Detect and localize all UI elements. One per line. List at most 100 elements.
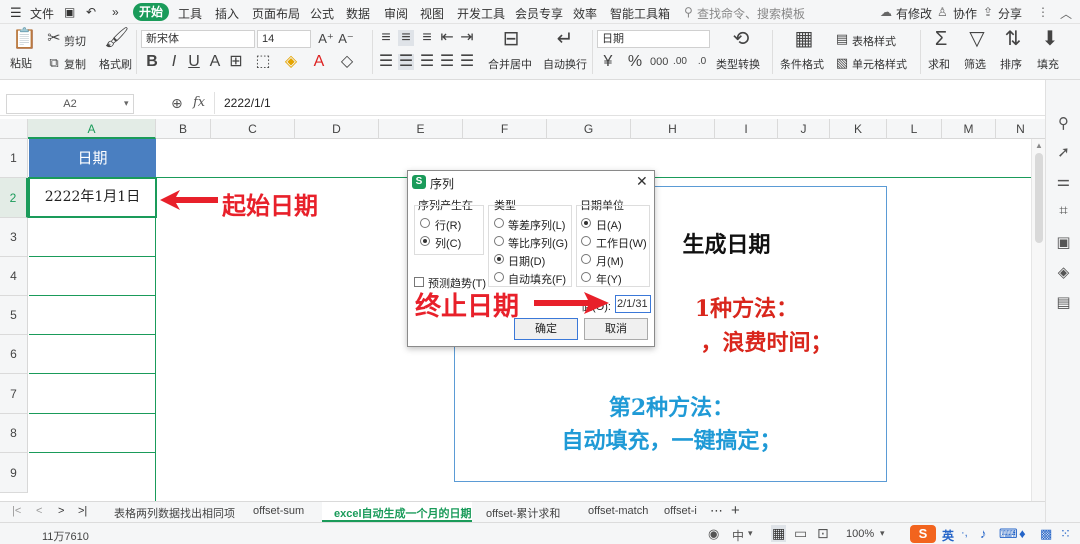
crop-icon[interactable]: ⌗	[1046, 202, 1080, 219]
sheet-tab[interactable]: offset-sum	[253, 505, 304, 517]
col-header-l[interactable]: L	[887, 119, 942, 139]
tab-insert[interactable]: 插入	[215, 5, 239, 22]
book-icon[interactable]: ▤	[1046, 293, 1080, 311]
align-middle-icon[interactable]: ≡	[398, 30, 414, 46]
more-vertical-icon[interactable]: ⋮	[1037, 5, 1049, 19]
wrap-text-icon[interactable]: ↵	[554, 28, 576, 50]
vertical-scrollbar[interactable]: ▲	[1031, 139, 1045, 501]
language-icon[interactable]: 中	[732, 527, 744, 544]
radio-day[interactable]	[581, 218, 591, 228]
tab-member[interactable]: 会员专享	[515, 5, 563, 22]
toolbox-icon[interactable]: ▩	[1040, 526, 1052, 542]
font-grow-icon[interactable]: A⁺	[318, 31, 334, 47]
shape-icon[interactable]: ⬚	[255, 54, 271, 70]
sheet-tab-active[interactable]: excel自动生成一个月的日期	[322, 502, 472, 522]
number-format-select[interactable]: 日期	[597, 30, 710, 48]
strikethrough-icon[interactable]: A	[208, 54, 222, 70]
bold-icon[interactable]: B	[145, 54, 159, 70]
prev-sheet-icon[interactable]: <	[36, 505, 42, 517]
font-color-icon[interactable]: A	[311, 54, 327, 70]
sogou-ime-icon[interactable]: S	[910, 525, 936, 543]
cell-a1[interactable]: 日期	[29, 139, 156, 178]
col-header-j[interactable]: J	[778, 119, 830, 139]
table-style-icon[interactable]: ▤	[835, 31, 849, 47]
sum-button[interactable]: 求和	[928, 56, 950, 72]
justify-icon[interactable]: ☰	[439, 54, 455, 70]
radio-growth[interactable]	[494, 236, 504, 246]
indent-icon[interactable]: ⇤	[439, 30, 455, 46]
cell-a7[interactable]	[29, 374, 156, 414]
row-header-9[interactable]: 9	[0, 453, 28, 493]
last-sheet-icon[interactable]: >|	[78, 505, 87, 517]
row-header-5[interactable]: 5	[0, 296, 28, 335]
zoom-icon[interactable]: ⊕	[171, 95, 183, 112]
sort-button[interactable]: 排序	[1000, 56, 1022, 72]
fill-color-icon[interactable]: ◈	[283, 54, 299, 70]
tab-review[interactable]: 审阅	[384, 5, 408, 22]
wrap-text-button[interactable]: 自动换行	[543, 56, 587, 72]
tab-tools[interactable]: 工具	[178, 5, 202, 22]
col-header-i[interactable]: I	[715, 119, 778, 139]
collapse-icon[interactable]: ︿	[1060, 5, 1072, 22]
tab-page-layout[interactable]: 页面布局	[252, 5, 300, 22]
page-layout-icon[interactable]: ▭	[794, 525, 807, 542]
sum-icon[interactable]: Σ	[930, 28, 952, 50]
skin-icon[interactable]: ♦	[1019, 526, 1026, 541]
row-header-6[interactable]: 6	[0, 335, 28, 374]
microphone-icon[interactable]: ♪	[980, 526, 987, 541]
hamburger-menu-icon[interactable]: ☰	[10, 5, 22, 21]
scrollbar-thumb[interactable]	[1035, 153, 1043, 243]
tab-view[interactable]: 视图	[420, 5, 444, 22]
align-left-icon[interactable]: ☰	[378, 54, 394, 70]
distributed-icon[interactable]: ☰	[459, 54, 475, 70]
font-size-select[interactable]: 14	[257, 30, 311, 48]
percent-icon[interactable]: %	[627, 54, 643, 70]
conditional-format-button[interactable]: 条件格式	[780, 56, 824, 72]
radio-date[interactable]	[494, 254, 504, 264]
search-input[interactable]: 查找命令、搜索模板	[697, 5, 805, 22]
align-center-icon[interactable]: ☰	[398, 54, 414, 70]
radio-year[interactable]	[581, 272, 591, 282]
copy-icon[interactable]: ⧉	[46, 55, 62, 71]
cursor-icon[interactable]: ➚	[1046, 143, 1080, 161]
row-header-2[interactable]: 2	[0, 178, 28, 218]
radio-row[interactable]	[420, 218, 430, 228]
paste-icon[interactable]: 📋	[12, 28, 37, 50]
outdent-icon[interactable]: ⇥	[459, 30, 475, 46]
next-sheet-icon[interactable]: >	[58, 505, 64, 517]
paste-button[interactable]: 粘贴	[10, 55, 32, 71]
cell-a3[interactable]	[29, 218, 156, 257]
eraser-icon[interactable]: ◇	[339, 54, 355, 70]
sheet-tab[interactable]: offset-match	[588, 505, 648, 517]
eye-icon[interactable]: ◉	[708, 526, 719, 542]
fx-button[interactable]: fx	[193, 95, 205, 110]
thousands-icon[interactable]: 000	[650, 54, 668, 70]
tab-data[interactable]: 数据	[346, 5, 370, 22]
radio-linear[interactable]	[494, 218, 504, 228]
filter-button[interactable]: 筛选	[964, 56, 986, 72]
cell-style-button[interactable]: 单元格样式	[852, 56, 907, 72]
tab-efficiency[interactable]: 效率	[573, 5, 597, 22]
modified-status[interactable]: 有修改	[896, 5, 932, 22]
sheet-tab[interactable]: 表格两列数据找出相同项	[114, 505, 235, 521]
select-all-corner[interactable]	[0, 119, 28, 139]
more-sheets-icon[interactable]: ⋯	[710, 503, 723, 519]
cell-a6[interactable]	[29, 335, 156, 374]
scroll-up-icon[interactable]: ▲	[1035, 141, 1043, 150]
tab-smart-toolbox[interactable]: 智能工具箱	[610, 5, 670, 22]
currency-icon[interactable]: ¥	[600, 54, 616, 70]
type-convert-button[interactable]: 类型转换	[716, 56, 760, 72]
cut-button[interactable]: 剪切	[64, 33, 86, 49]
cell-style-icon[interactable]: ▧	[835, 55, 849, 71]
undo-icon[interactable]: ↶	[86, 5, 96, 19]
radio-weekday[interactable]	[581, 236, 591, 246]
col-header-b[interactable]: B	[156, 119, 211, 139]
row-header-4[interactable]: 4	[0, 257, 28, 296]
ok-button[interactable]: 确定	[514, 318, 578, 340]
decrease-decimal-icon[interactable]: .0	[694, 54, 710, 70]
underline-icon[interactable]: U	[187, 54, 201, 70]
align-top-icon[interactable]: ≡	[378, 30, 394, 46]
page-break-icon[interactable]: ⊡	[817, 525, 829, 542]
compass-icon[interactable]: ◈	[1046, 263, 1080, 281]
language-dropdown-icon[interactable]: ▾	[748, 528, 753, 539]
